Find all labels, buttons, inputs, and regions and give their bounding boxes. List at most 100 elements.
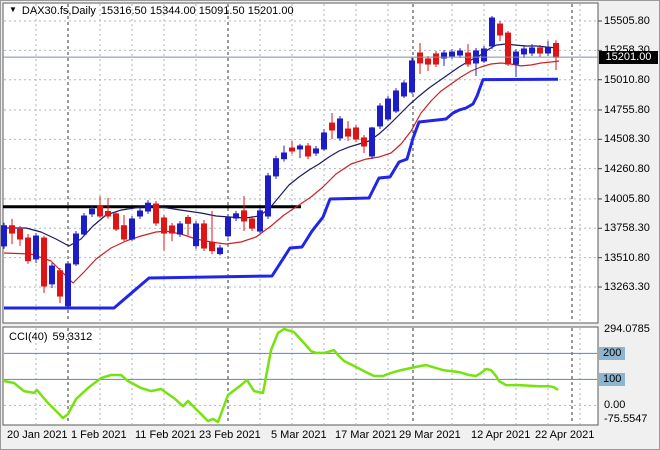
price-tick-label: 14260.80 <box>604 163 650 175</box>
candle-bear <box>353 127 359 140</box>
candle-bear <box>249 218 255 229</box>
candle-bull <box>257 210 263 232</box>
candle-bull <box>73 233 79 265</box>
candle-bull <box>273 158 279 177</box>
candle-bear <box>185 216 191 224</box>
candle-bear <box>537 47 543 54</box>
candle-bear <box>417 52 423 64</box>
date-tick-label: 17 Mar 2021 <box>335 429 397 441</box>
candle-bull <box>65 263 71 307</box>
price-tick-label: 14005.80 <box>604 193 650 205</box>
candle-bull <box>89 208 95 215</box>
candle-bull <box>177 223 183 235</box>
candle-bear <box>361 137 367 147</box>
candle-bull <box>457 50 463 56</box>
candle-bear <box>57 270 63 297</box>
candle-bull <box>217 247 223 255</box>
candle-bull <box>265 175 271 217</box>
current-price-tag: 15201.00 <box>599 51 658 64</box>
candle-bull <box>481 48 487 62</box>
candle-bull <box>393 90 399 112</box>
candle-bull <box>313 148 319 154</box>
candle-bear <box>201 223 207 249</box>
candle-bull <box>529 47 535 54</box>
candle-bear <box>497 23 503 36</box>
candle-bear <box>209 241 215 252</box>
candle-bear <box>241 210 247 222</box>
price-tick-label: 13510.80 <box>604 252 650 264</box>
candle-bull <box>225 217 231 237</box>
symbol-timeframe-label: DAX30.fs,Daily <box>21 5 96 17</box>
candle-bull <box>369 127 375 157</box>
candle-bear <box>153 203 159 224</box>
date-tick-label: 23 Feb 2021 <box>199 429 261 441</box>
candle-bull <box>1 225 7 247</box>
cci-tick-label: 0.00 <box>604 399 626 411</box>
price-tick-label: 14755.80 <box>604 104 650 116</box>
candle-bear <box>113 213 119 230</box>
candle-bear <box>433 53 439 65</box>
cci-level-tag: 200 <box>599 347 626 360</box>
candle-bull <box>513 51 519 65</box>
candle-bull <box>233 213 239 219</box>
candle-bull <box>297 145 303 150</box>
candle-bear <box>41 237 47 287</box>
title-ohlc-values: 15316.50 15344.00 15091.50 15201.00 <box>100 5 294 17</box>
candle-bull <box>321 132 327 150</box>
candle-bull <box>377 105 383 127</box>
candle-bear <box>425 58 431 65</box>
candle-bull <box>81 215 87 235</box>
price-tick-label: 15010.80 <box>604 74 650 86</box>
candle-bear <box>329 122 335 131</box>
indicator-name-label: CCI(40) <box>9 331 48 343</box>
candle-bear <box>345 128 351 137</box>
candle-bear <box>465 52 471 65</box>
candle-bear <box>289 147 295 152</box>
candle-bear <box>17 228 23 240</box>
candle-bull <box>33 235 39 260</box>
date-tick-label: 5 Mar 2021 <box>271 429 327 441</box>
date-tick-label: 12 Apr 2021 <box>471 429 531 441</box>
date-tick-label: 22 Apr 2021 <box>535 429 595 441</box>
chart-title-bar[interactable]: ▼ DAX30.fs,Daily 15316.50 15344.00 15091… <box>9 5 294 17</box>
cci-tick-label: -75.5547 <box>604 413 648 425</box>
candle-bear <box>105 210 111 217</box>
indicator-title: CCI(40) 59.3312 <box>9 331 92 343</box>
candle-bull <box>129 218 135 240</box>
candle-bear <box>97 205 103 217</box>
date-tick-label: 20 Jan 2021 <box>7 429 68 441</box>
chart-window: ▼ DAX30.fs,Daily 15316.50 15344.00 15091… <box>0 0 660 450</box>
date-tick-label: 1 Feb 2021 <box>71 429 127 441</box>
candle-bull <box>337 118 343 139</box>
date-tick-label: 29 Mar 2021 <box>399 429 461 441</box>
candle-bull <box>409 60 415 93</box>
price-tick-label: 15505.80 <box>604 15 650 27</box>
candle-bull <box>401 82 407 97</box>
chart-canvas[interactable] <box>1 1 660 450</box>
candle-bear <box>9 225 15 234</box>
candle-bear <box>505 32 511 65</box>
candle-bear <box>161 217 167 234</box>
candle-bull <box>489 17 495 47</box>
date-tick-label: 11 Feb 2021 <box>135 429 196 441</box>
candle-bull <box>193 223 199 247</box>
candle-bull <box>521 48 527 55</box>
candle-bull <box>145 202 151 212</box>
price-tick-label: 13758.30 <box>604 222 650 234</box>
candle-bull <box>281 152 287 160</box>
candle-bear <box>121 225 127 240</box>
candle-bear <box>305 145 311 157</box>
cci-level-tag: 100 <box>599 373 626 386</box>
candle-bear <box>553 42 559 58</box>
symbol-dropdown-icon[interactable]: ▼ <box>9 4 17 16</box>
candle-bear <box>169 225 175 234</box>
candle-bull <box>385 98 391 120</box>
candle-bull <box>137 210 143 217</box>
price-tick-label: 13263.30 <box>604 281 650 293</box>
candle-bull <box>545 47 551 54</box>
candle-bear <box>25 237 31 262</box>
candle-bull <box>49 265 55 285</box>
indicator-value-label: 59.3312 <box>52 331 93 343</box>
cci-tick-label: 294.0785 <box>604 323 650 335</box>
candle-bull <box>449 51 455 57</box>
